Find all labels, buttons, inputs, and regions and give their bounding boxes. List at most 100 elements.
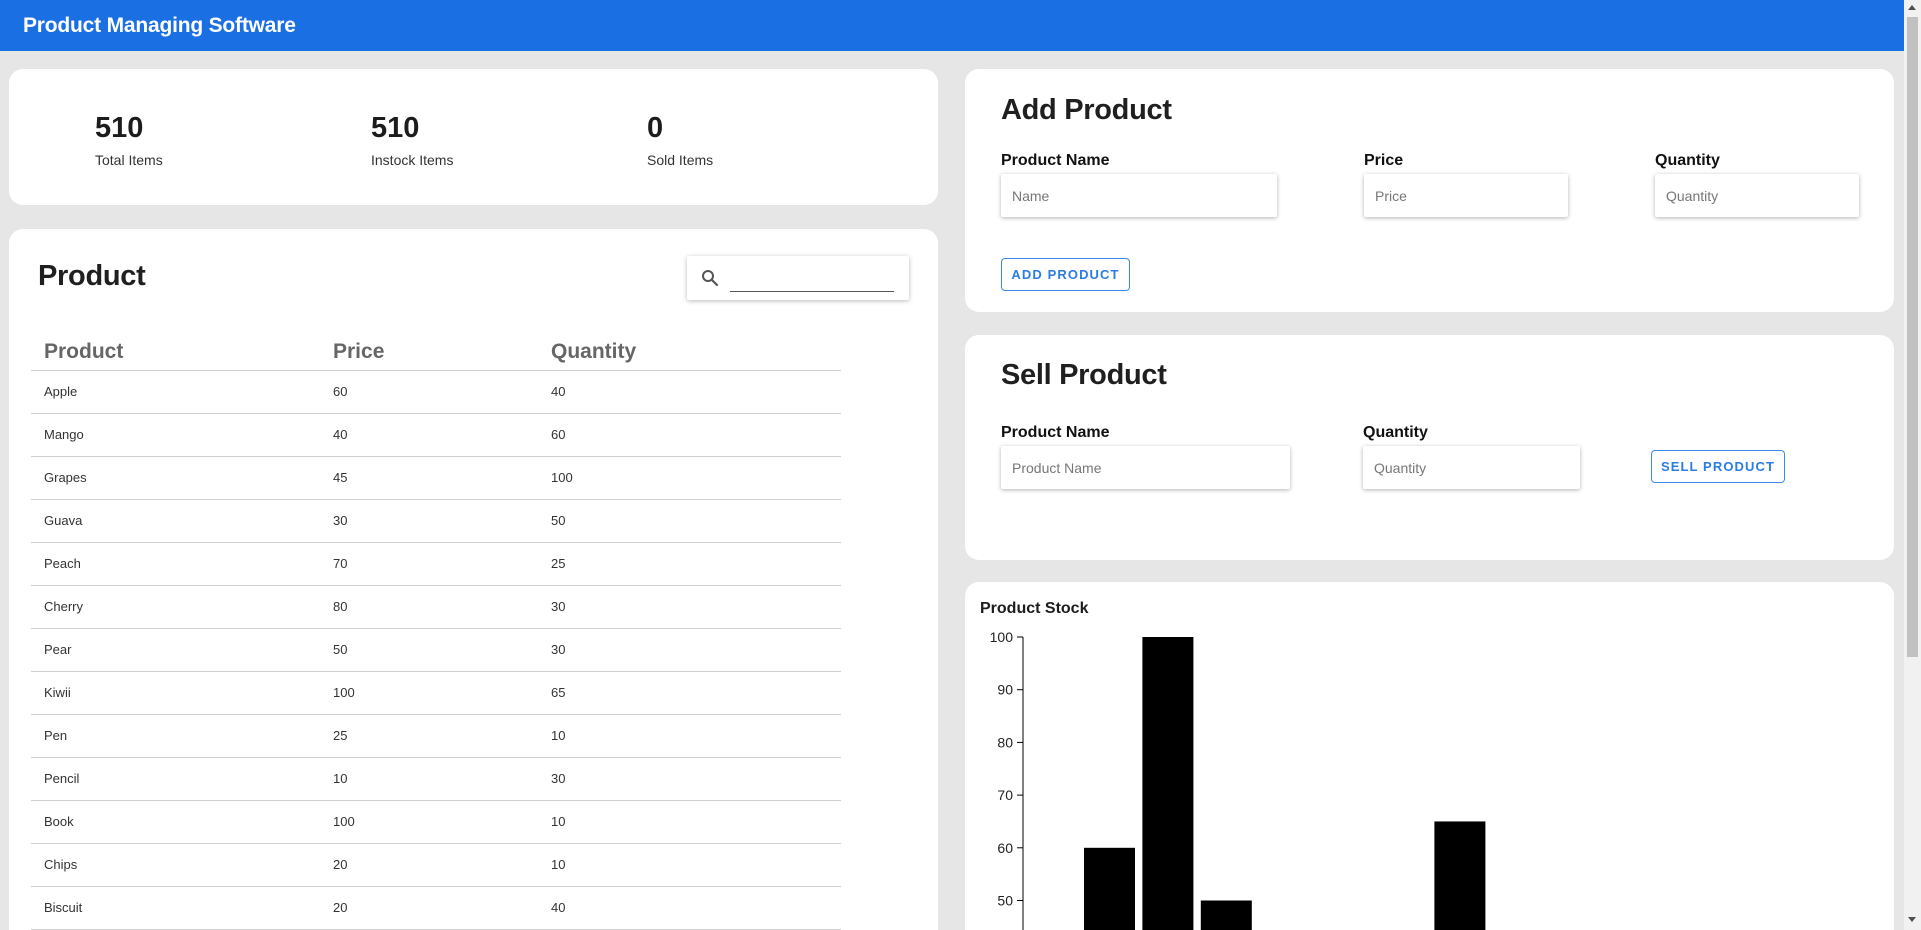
cell-product: Pencil	[31, 757, 320, 801]
add-name-input[interactable]	[1001, 174, 1277, 217]
stat-instock: 510 Instock Items	[371, 112, 454, 169]
table-row: Pear 50 30	[31, 628, 841, 672]
scrollbar-thumb[interactable]	[1907, 17, 1918, 657]
stat-instock-value: 510	[371, 112, 420, 144]
sell-product-heading: Sell Product	[1001, 359, 1167, 391]
cell-price: 20	[320, 843, 538, 887]
y-tick-label: 70	[997, 787, 1013, 803]
y-tick-label: 50	[997, 893, 1013, 909]
scroll-down-arrow[interactable]	[1908, 917, 1916, 922]
stat-total: 510 Total Items	[95, 114, 163, 169]
add-product-card: Add Product Product Name Price Quantity …	[965, 69, 1894, 312]
stat-sold-value: 0	[647, 112, 664, 144]
add-name-label: Product Name	[1001, 152, 1110, 169]
product-table: Product Price Quantity Apple 60 40 Mango 40 6…	[31, 334, 841, 930]
add-product-button[interactable]: ADD PRODUCT	[1001, 258, 1130, 291]
stat-sold-label: Sold Items	[647, 152, 714, 168]
bar-guava	[1200, 900, 1252, 930]
y-tick-label: 100	[990, 629, 1014, 645]
cell-product: Pear	[31, 628, 320, 672]
cell-price: 45	[320, 456, 538, 500]
cell-product: Kiwii	[31, 671, 320, 715]
product-heading: Product	[38, 260, 146, 292]
cell-price: 100	[320, 800, 538, 844]
table-row: Book 100 10	[31, 800, 841, 844]
column-header-quantity: Quantity	[538, 334, 841, 371]
product-stock-chart-card: Product Stock 100 90 80 70 60 50	[965, 582, 1894, 930]
table-row: Grapes 45 100	[31, 456, 841, 500]
table-row: Cherry 80 30	[31, 585, 841, 629]
search-input[interactable]	[730, 266, 894, 292]
scroll-up-arrow[interactable]	[1908, 5, 1916, 10]
cell-product: Guava	[31, 499, 320, 543]
stat-sold: 0 Sold Items	[647, 112, 714, 169]
cell-product: Cherry	[31, 585, 320, 629]
search-icon	[702, 270, 719, 287]
table-row: Biscuit 20 40	[31, 886, 841, 930]
cell-price: 80	[320, 585, 538, 629]
cell-quantity: 30	[538, 628, 841, 672]
cell-quantity: 25	[538, 542, 841, 586]
add-price-input[interactable]	[1364, 174, 1568, 217]
cell-price: 100	[320, 671, 538, 715]
table-row: Chips 20 10	[31, 843, 841, 887]
cell-quantity: 10	[538, 714, 841, 758]
cell-price: 20	[320, 886, 538, 930]
cell-quantity: 30	[538, 757, 841, 801]
search-box	[687, 256, 909, 300]
app-bar: Product Managing Software	[0, 0, 1904, 51]
cell-price: 70	[320, 542, 538, 586]
stat-total-label: Total Items	[95, 152, 163, 168]
app-title: Product Managing Software	[23, 14, 296, 37]
stats-card: 510 Total Items 510 Instock Items 0 Sold…	[9, 69, 938, 205]
cell-product: Book	[31, 800, 320, 844]
cell-quantity: 60	[538, 413, 841, 457]
cell-price: 30	[320, 499, 538, 543]
sell-name-label: Product Name	[1001, 424, 1110, 441]
table-row: Kiwii 100 65	[31, 671, 841, 715]
table-header-row: Product Price Quantity	[31, 334, 841, 371]
cell-product: Biscuit	[31, 886, 320, 930]
add-quantity-input[interactable]	[1655, 174, 1859, 217]
table-row: Mango 40 60	[31, 413, 841, 457]
y-tick-label: 60	[997, 840, 1013, 856]
table-row: Pencil 10 30	[31, 757, 841, 801]
vertical-scrollbar[interactable]	[1904, 0, 1921, 930]
column-header-price: Price	[320, 334, 538, 371]
sell-quantity-input[interactable]	[1363, 446, 1580, 489]
cell-price: 50	[320, 628, 538, 672]
table-row: Apple 60 40	[31, 370, 841, 414]
product-stock-chart: 100 90 80 70 60 50	[990, 629, 1486, 930]
sell-product-button[interactable]: SELL PRODUCT	[1651, 450, 1785, 483]
cell-price: 40	[320, 413, 538, 457]
cell-quantity: 40	[538, 886, 841, 930]
cell-product: Peach	[31, 542, 320, 586]
cell-price: 25	[320, 714, 538, 758]
stat-instock-label: Instock Items	[371, 152, 454, 168]
cell-product: Apple	[31, 370, 320, 414]
cell-quantity: 100	[538, 456, 841, 500]
add-price-label: Price	[1364, 152, 1404, 169]
table-row: Peach 70 25	[31, 542, 841, 586]
sell-name-input[interactable]	[1001, 446, 1290, 489]
cell-quantity: 50	[538, 499, 841, 543]
sell-quantity-label: Quantity	[1363, 424, 1428, 441]
y-tick-label: 90	[997, 682, 1013, 698]
bar-mango	[1084, 847, 1135, 930]
table-row: Pen 25 10	[31, 714, 841, 758]
cell-product: Mango	[31, 413, 320, 457]
cell-quantity: 10	[538, 843, 841, 887]
cell-product: Grapes	[31, 456, 320, 500]
cell-product: Chips	[31, 843, 320, 887]
cell-quantity: 65	[538, 671, 841, 715]
cell-price: 10	[320, 757, 538, 801]
product-table-card: Product Product Price Quantity Apple 60 40…	[9, 229, 938, 930]
add-product-heading: Add Product	[1001, 94, 1172, 126]
table-row: Guava 30 50	[31, 499, 841, 543]
cell-quantity: 40	[538, 370, 841, 414]
add-quantity-label: Quantity	[1655, 152, 1720, 169]
cell-product: Pen	[31, 714, 320, 758]
sell-product-card: Sell Product Product Name Quantity SELL …	[965, 335, 1894, 560]
bar-kiwii	[1434, 821, 1486, 930]
cell-price: 60	[320, 370, 538, 414]
